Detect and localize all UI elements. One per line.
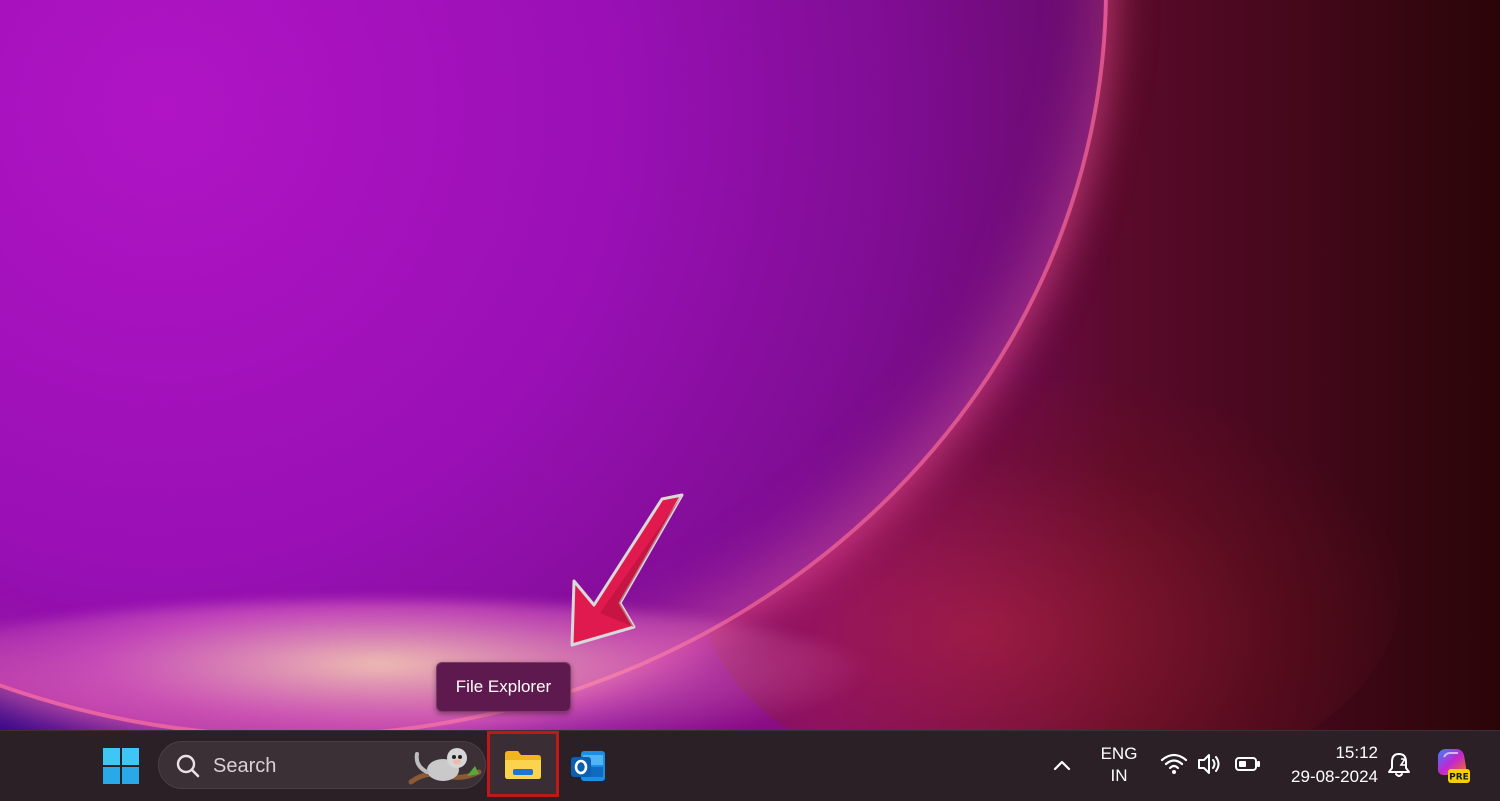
outlook-taskbar-button[interactable] <box>566 745 610 787</box>
file-explorer-tooltip: File Explorer <box>436 662 571 712</box>
tooltip-text: File Explorer <box>455 677 552 696</box>
taskbar: Search ENG IN 15:12 29-08-2024 PRE <box>0 730 1500 801</box>
search-highlight-monkey-icon <box>408 748 482 785</box>
clock-button[interactable]: 15:12 29-08-2024 <box>1278 741 1378 789</box>
quick-settings-button[interactable] <box>1160 751 1264 781</box>
copilot-button[interactable]: PRE <box>1432 745 1472 790</box>
copilot-badge: PRE <box>1449 773 1469 783</box>
battery-icon <box>1234 751 1262 782</box>
clock-time: 15:12 <box>1335 743 1378 762</box>
annotation-arrow-icon <box>570 493 684 647</box>
notification-center-button[interactable] <box>1386 751 1412 784</box>
input-language-indicator[interactable]: ENG IN <box>1094 743 1144 787</box>
language-code: ENG <box>1100 744 1138 763</box>
windows-logo-icon <box>103 748 139 784</box>
volume-icon <box>1196 751 1222 782</box>
show-hidden-icons-button[interactable] <box>1050 753 1074 777</box>
language-region: IN <box>1110 766 1128 785</box>
copilot-icon: PRE <box>1437 749 1470 783</box>
file-explorer-taskbar-button[interactable] <box>487 731 559 797</box>
folder-icon <box>505 751 541 779</box>
clock-date: 29-08-2024 <box>1291 767 1378 786</box>
search-label: Search <box>213 755 277 777</box>
outlook-icon <box>571 751 605 781</box>
search-input[interactable]: Search <box>158 741 486 789</box>
notification-bell-icon <box>1388 753 1410 777</box>
start-button[interactable] <box>100 745 142 787</box>
wifi-icon <box>1160 751 1188 782</box>
chevron-up-icon <box>1053 760 1071 771</box>
search-icon <box>176 754 200 778</box>
desktop-wallpaper: File Explorer <box>0 0 1500 730</box>
